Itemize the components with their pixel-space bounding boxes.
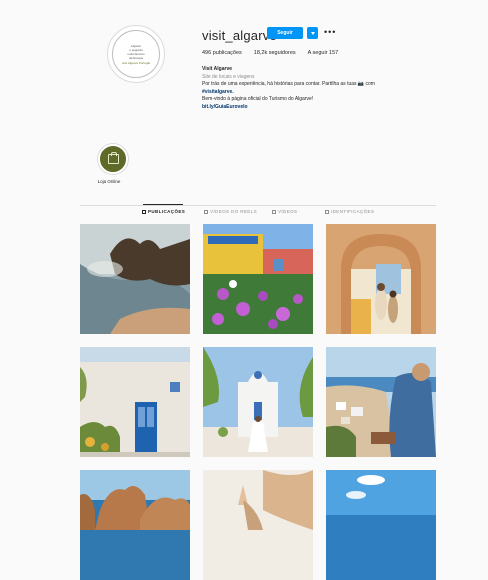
profile-category: Site de locais e viagens: [202, 73, 255, 80]
post-thumbnail[interactable]: [326, 224, 436, 334]
reels-icon: [204, 209, 208, 214]
active-tab-indicator: [143, 204, 183, 205]
highlight-label: Loja Online: [97, 179, 121, 184]
tab-tagged[interactable]: IDENTIFICAÇÕES: [325, 209, 374, 214]
profile-bio: Visit Algarve Site de locais e viagens P…: [202, 66, 432, 112]
profile-tabs: PUBLICAÇÕES VÍDEOS DO REELS VÍDEOS IDENT…: [80, 209, 436, 219]
grid-icon: [142, 209, 146, 214]
avatar-brand: visit Algarve Portugal: [121, 60, 150, 65]
shopping-bag-icon: [107, 152, 119, 164]
chevron-down-icon: [310, 31, 315, 35]
posts-count: 496 publicações: [202, 50, 242, 56]
follow-button[interactable]: Seguir: [267, 27, 303, 39]
avatar-logo: Algarve o segredo mais famoso da Europa …: [112, 30, 160, 78]
highlight-cover: [98, 144, 128, 174]
more-options-button[interactable]: •••: [324, 27, 336, 37]
profile-username: visit_algarve: [202, 28, 277, 43]
avatar-text: da Europa: [129, 55, 143, 60]
post-thumbnail[interactable]: [326, 470, 436, 580]
story-highlight[interactable]: Loja Online: [98, 144, 128, 184]
post-thumbnail[interactable]: [80, 470, 190, 580]
bio-text: Por trás de uma experiência, há história…: [202, 81, 375, 88]
tab-label: VÍDEOS DO REELS: [210, 209, 258, 214]
bio-text: Bem-vindo à página oficial do Turismo do…: [202, 96, 314, 103]
post-thumbnail[interactable]: [80, 224, 190, 334]
post-thumbnail[interactable]: [326, 347, 436, 457]
suggestions-dropdown-button[interactable]: [307, 27, 318, 39]
tab-videos[interactable]: VÍDEOS: [272, 209, 297, 214]
external-link[interactable]: bit.ly/GuiaEurovelo: [202, 104, 432, 112]
tab-reels[interactable]: VÍDEOS DO REELS: [204, 209, 257, 214]
tagged-icon: [325, 209, 329, 214]
followers-count[interactable]: 18,2k seguidores: [254, 50, 296, 56]
post-thumbnail[interactable]: [80, 347, 190, 457]
tab-label: IDENTIFICAÇÕES: [331, 209, 375, 214]
profile-name: Visit Algarve: [202, 66, 233, 72]
profile-stats: 496 publicações 18,2k seguidores A segui…: [202, 50, 350, 56]
post-thumbnail[interactable]: [203, 347, 313, 457]
tabs-divider: [80, 205, 436, 206]
profile-avatar[interactable]: Algarve o segredo mais famoso da Europa …: [107, 25, 165, 83]
tab-label: VÍDEOS: [278, 209, 298, 214]
tab-label: PUBLICAÇÕES: [148, 209, 186, 214]
post-thumbnail[interactable]: [203, 470, 313, 580]
video-icon: [272, 209, 276, 214]
post-thumbnail[interactable]: [203, 224, 313, 334]
tab-publications[interactable]: PUBLICAÇÕES: [142, 209, 185, 214]
instagram-profile-page: Algarve o segredo mais famoso da Europa …: [0, 0, 488, 580]
hashtag-link[interactable]: #visitalgarve.: [202, 89, 432, 97]
following-count[interactable]: A seguir 157: [308, 50, 339, 56]
